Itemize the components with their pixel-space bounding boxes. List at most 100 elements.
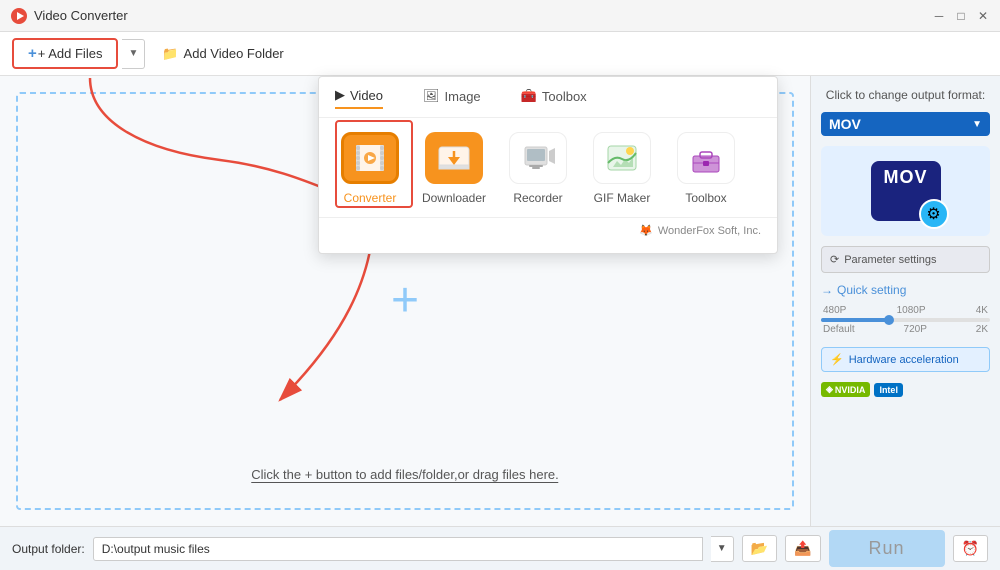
quality-labels-top: 480P 1080P 4K [821, 305, 990, 316]
quick-setting-label-text: Quick setting [837, 283, 906, 297]
nav-item-toolbox[interactable]: Toolbox [671, 130, 741, 205]
recorder-icon-container [508, 130, 568, 185]
mov-text: MOV [883, 167, 927, 188]
intel-badge: Intel [874, 383, 903, 397]
hw-accel-icon: ⚡ [830, 353, 844, 366]
gif-maker-icon-container [592, 130, 652, 185]
downloader-icon-container [424, 130, 484, 185]
bottom-bar: Output folder: ▼ 📂 📤 Run ⏰ [0, 526, 1000, 570]
toolbox-icon [677, 132, 735, 184]
drop-zone-plus-icon: + [391, 277, 419, 325]
footer-text: WonderFox Soft, Inc. [658, 225, 761, 237]
add-files-label: + Add Files [38, 46, 103, 61]
param-settings-label: Parameter settings [844, 254, 936, 266]
format-name: MOV [829, 116, 861, 132]
mov-gear-icon: ⚙ [919, 199, 949, 229]
toolbox-tab-label: Toolbox [542, 89, 587, 104]
nav-item-downloader[interactable]: Downloader [419, 130, 489, 205]
label-1080p: 1080P [897, 305, 926, 316]
converter-icon-container [340, 130, 400, 185]
add-folder-label: Add Video Folder [184, 46, 284, 61]
label-4k: 4K [976, 305, 988, 316]
export-icon: 📤 [794, 540, 811, 556]
output-format-label: Click to change output format: [821, 88, 990, 102]
recorder-label: Recorder [513, 191, 562, 205]
nav-dropdown-header: ▶ Video 🖼 Image 🧰 Toolbox [319, 87, 777, 118]
quick-setting-section: → Quick setting 480P 1080P 4K Default 72… [821, 283, 990, 337]
nvidia-badge: ◈ NVIDIA [821, 382, 870, 397]
label-720p: 720P [904, 324, 927, 335]
window-title: Video Converter [34, 8, 128, 23]
nav-dropdown-footer: 🦊 WonderFox Soft, Inc. [319, 217, 777, 243]
add-video-folder-button[interactable]: 📁 Add Video Folder [149, 40, 296, 68]
export-button[interactable]: 📤 [785, 535, 820, 562]
quality-track[interactable] [821, 318, 990, 322]
wonderfox-logo-icon: 🦊 [639, 224, 653, 237]
folder-open-icon: 📂 [751, 540, 768, 556]
nav-item-converter[interactable]: Converter [335, 130, 405, 205]
close-button[interactable]: ✕ [976, 9, 990, 23]
format-preview: MOV ⚙ [821, 146, 990, 236]
nav-tab-toolbox[interactable]: 🧰 Toolbox [521, 87, 587, 109]
toolbar: + + Add Files ▼ 📁 Add Video Folder [0, 32, 1000, 76]
quality-slider-container: 480P 1080P 4K Default 720P 2K [821, 303, 990, 337]
maximize-button[interactable]: □ [954, 9, 968, 23]
drop-zone-hint-text: Click the + button to add files/folder,o… [251, 467, 558, 483]
nav-item-gif-maker[interactable]: GIF Maker [587, 130, 657, 205]
alarm-button[interactable]: ⏰ [953, 535, 988, 562]
plus-icon: + [28, 45, 37, 62]
gif-maker-label: GIF Maker [594, 191, 651, 205]
toolbox-icon-container [676, 130, 736, 185]
right-panel: Click to change output format: MOV ▼ MOV… [810, 76, 1000, 526]
nvidia-icon: ◈ [826, 384, 833, 395]
hardware-acceleration-button[interactable]: ⚡ Hardware acceleration [821, 347, 990, 372]
add-files-dropdown-button[interactable]: ▼ [122, 39, 145, 69]
nav-dropdown-content: Converter Downloader [319, 118, 777, 217]
label-2k: 2K [976, 324, 988, 335]
hw-accel-label: Hardware acceleration [849, 354, 959, 366]
downloader-icon [425, 132, 483, 184]
converter-icon [341, 132, 399, 184]
label-default: Default [823, 324, 855, 335]
image-tab-icon: 🖼 [423, 88, 440, 104]
recorder-icon [509, 132, 567, 184]
converter-label: Converter [344, 191, 397, 205]
nav-dropdown: ▶ Video 🖼 Image 🧰 Toolbox [318, 76, 778, 254]
window-controls: ─ □ ✕ [932, 9, 990, 23]
nav-tab-video[interactable]: ▶ Video [335, 87, 383, 109]
video-tab-icon: ▶ [335, 87, 345, 103]
quality-thumb[interactable] [884, 315, 894, 325]
folder-icon: 📁 [162, 46, 178, 62]
quick-setting-label: → Quick setting [821, 283, 990, 297]
output-folder-dropdown-button[interactable]: ▼ [711, 536, 734, 562]
dropdown-arrow-icon: ▼ [972, 119, 982, 130]
quick-setting-icon: → [821, 283, 833, 297]
image-tab-label: Image [445, 89, 481, 104]
drop-zone-hint: Click the + button to add files/folder,o… [251, 466, 558, 484]
video-tab-label: Video [350, 88, 383, 103]
minimize-button[interactable]: ─ [932, 9, 946, 23]
intel-label: Intel [879, 385, 898, 395]
nav-tab-image[interactable]: 🖼 Image [423, 87, 481, 109]
title-bar: Video Converter ─ □ ✕ [0, 0, 1000, 32]
label-480p: 480P [823, 305, 846, 316]
nvidia-label: NVIDIA [835, 385, 866, 395]
gif-maker-icon [593, 132, 651, 184]
add-files-button[interactable]: + + Add Files [12, 38, 118, 69]
toolbox-nav-label: Toolbox [685, 191, 726, 205]
alarm-icon: ⏰ [962, 540, 979, 556]
settings-icon: ⟳ [830, 253, 839, 266]
app-logo [10, 7, 28, 25]
output-folder-label: Output folder: [12, 542, 85, 556]
folder-browse-button[interactable]: 📂 [742, 535, 777, 562]
parameter-settings-button[interactable]: ⟳ Parameter settings [821, 246, 990, 273]
quality-labels-bottom: Default 720P 2K [821, 324, 990, 335]
toolbox-tab-icon: 🧰 [521, 88, 537, 104]
gpu-badges: ◈ NVIDIA Intel [821, 382, 990, 397]
downloader-label: Downloader [422, 191, 486, 205]
run-button[interactable]: Run [829, 530, 945, 567]
format-dropdown[interactable]: MOV ▼ [821, 112, 990, 136]
nav-item-recorder[interactable]: Recorder [503, 130, 573, 205]
mov-icon-bg: MOV ⚙ [871, 161, 941, 221]
output-folder-input[interactable] [93, 537, 703, 561]
